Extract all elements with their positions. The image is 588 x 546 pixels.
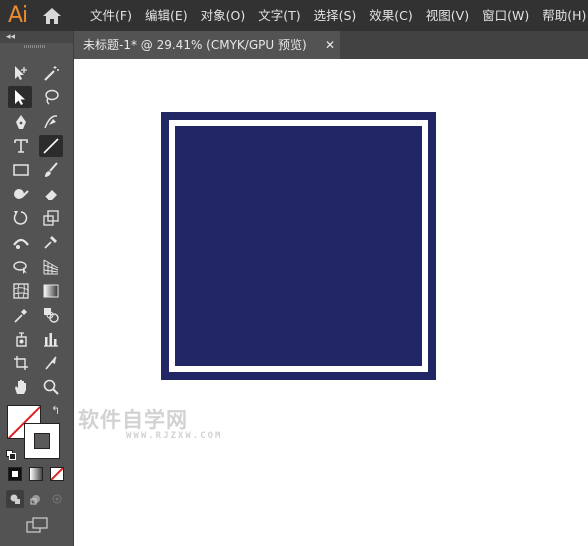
menu-window[interactable]: 窗口(W) [482,0,529,31]
artboard-canvas[interactable]: 软件自学网 WWW.RJZXW.COM [74,59,588,546]
stroke-swatch-inner [34,433,50,449]
gradient-mode-icon[interactable] [29,467,43,481]
blend-tool-icon[interactable] [39,304,63,326]
watermark-text: 软件自学网 [78,408,188,432]
selection-tool-icon[interactable] [8,86,32,108]
inner-rectangle[interactable] [175,126,422,366]
draw-behind-icon[interactable] [27,490,45,508]
width-tool-icon[interactable] [9,231,33,253]
draw-inside-icon[interactable] [48,490,66,508]
toolbar-header[interactable]: ◂◂ [0,31,73,43]
menu-object[interactable]: 对象(O) [201,0,246,31]
slice-tool-icon[interactable] [39,352,63,374]
tools-panel: ◂◂ ↰ [0,31,74,546]
paintbrush-tool-icon[interactable] [39,159,63,181]
document-tabs: 未标题-1* @ 29.41% (CMYK/GPU 预览) ✕ [74,31,588,59]
menu-view[interactable]: 视图(V) [426,0,469,31]
rotate-tool-icon[interactable] [9,207,33,229]
menu-file[interactable]: 文件(F) [90,0,132,31]
screen-mode-icon[interactable] [25,515,49,535]
collapse-icon[interactable]: ◂◂ [6,31,15,43]
white-frame-rectangle[interactable] [169,120,428,372]
close-icon[interactable]: ✕ [325,31,335,59]
perspective-grid-icon[interactable] [39,256,63,278]
document-tab[interactable]: 未标题-1* @ 29.41% (CMYK/GPU 预览) ✕ [74,31,340,59]
menu-help[interactable]: 帮助(H) [542,0,586,31]
pen-tool-icon[interactable] [9,111,33,133]
hand-tool-icon[interactable] [9,376,33,398]
menu-items: 文件(F) 编辑(E) 对象(O) 文字(T) 选择(S) 效果(C) 视图(V… [90,0,588,31]
menu-select[interactable]: 选择(S) [314,0,357,31]
none-mode-icon[interactable] [50,467,64,481]
column-graph-icon[interactable] [39,328,63,350]
menu-type[interactable]: 文字(T) [258,0,300,31]
shape-builder-icon[interactable] [9,256,33,278]
rectangle-tool-icon[interactable] [9,159,33,181]
home-icon[interactable] [42,6,62,26]
menu-bar: Ai 文件(F) 编辑(E) 对象(O) 文字(T) 选择(S) 效果(C) 视… [0,0,588,31]
eyedropper-tool-icon[interactable] [9,304,33,326]
type-tool-icon[interactable] [9,135,33,157]
color-mode-icon[interactable] [8,467,22,481]
stroke-swatch[interactable] [24,423,60,459]
zoom-tool-icon[interactable] [39,376,63,398]
magic-wand-icon[interactable] [39,62,63,84]
draw-normal-icon[interactable] [6,490,24,508]
default-colors-icon[interactable] [6,445,16,460]
panel-grip[interactable] [24,45,46,48]
artboard-icon[interactable] [9,352,33,374]
mesh-tool-icon[interactable] [9,280,33,302]
menu-edit[interactable]: 编辑(E) [145,0,188,31]
scale-tool-icon[interactable] [39,207,63,229]
lasso-tool-icon[interactable] [39,86,63,108]
shaper-tool-icon[interactable] [9,183,33,205]
document-tab-title: 未标题-1* @ 29.41% (CMYK/GPU 预览) [83,38,307,52]
eraser-tool-icon[interactable] [39,183,63,205]
swap-fill-stroke-icon[interactable]: ↰ [51,404,60,417]
app-logo: Ai [8,3,28,28]
outer-rectangle[interactable] [161,112,436,380]
watermark-url: WWW.RJZXW.COM [126,431,223,441]
puppet-warp-icon[interactable] [39,231,63,253]
curvature-tool-icon[interactable] [39,111,63,133]
artboard-tool-icon[interactable] [9,62,33,84]
menu-effect[interactable]: 效果(C) [369,0,412,31]
line-segment-tool-icon[interactable] [39,135,63,157]
symbol-sprayer-icon[interactable] [9,328,33,350]
gradient-tool-icon[interactable] [39,280,63,302]
